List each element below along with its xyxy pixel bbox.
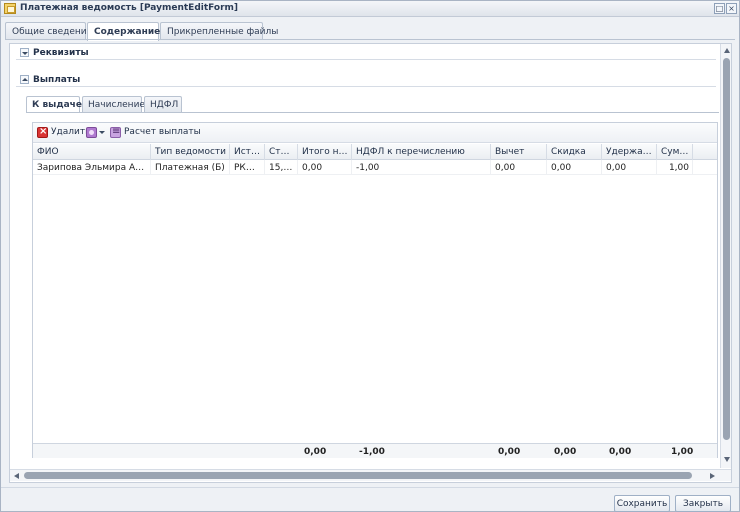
- payments-grid: Удалить Расчет выплаты ФИО Тип ведомости…: [32, 122, 718, 458]
- section-requisites-label: Реквизиты: [33, 48, 89, 58]
- total-sum: 1,00: [671, 447, 694, 457]
- section-payments[interactable]: Выплаты: [16, 73, 716, 87]
- delete-button[interactable]: Удалить: [37, 126, 90, 140]
- dialog-footer: Сохранить Закрыть: [1, 487, 739, 512]
- maximize-icon[interactable]: □: [714, 3, 725, 14]
- scroll-up-icon[interactable]: [724, 48, 730, 53]
- total-ndfl-sum: -1,00: [359, 447, 385, 457]
- column-header[interactable]: Сумм...: [657, 144, 693, 160]
- cell-withheld: 0,00: [602, 160, 657, 175]
- close-button[interactable]: Закрыть: [675, 495, 731, 512]
- cell-statement-type: Платежная (Б): [151, 160, 230, 175]
- tab-ndfl[interactable]: НДФЛ: [144, 96, 182, 113]
- section-divider: [16, 86, 716, 87]
- column-header[interactable]: Исто...: [230, 144, 265, 160]
- delete-label: Удалить: [51, 127, 91, 137]
- title-bar: Платежная ведомость [PaymentEditForm] □ …: [1, 1, 739, 17]
- section-requisites[interactable]: Реквизиты: [16, 46, 716, 60]
- section-payments-label: Выплаты: [33, 75, 81, 85]
- horizontal-scrollbar[interactable]: [10, 469, 731, 481]
- options-dropdown-button[interactable]: [86, 126, 106, 140]
- cell-rate: 15,00: [265, 160, 298, 175]
- grid-toolbar: Удалить Расчет выплаты: [33, 123, 717, 143]
- vertical-scroll-thumb[interactable]: [723, 58, 730, 440]
- cell-sum: 1,00: [657, 160, 693, 175]
- tab-attached-files[interactable]: Прикрепленные файлы: [160, 22, 278, 40]
- vertical-scrollbar[interactable]: [720, 44, 731, 468]
- total-discount-sum: 0,00: [554, 447, 577, 457]
- horizontal-scroll-thumb[interactable]: [24, 472, 692, 479]
- calculator-icon: [110, 126, 121, 138]
- table-row[interactable]: Зарипова Эльмира Амировна Платежная (Б) …: [33, 160, 717, 175]
- cell-source: РКМ ...: [230, 160, 265, 175]
- tab-general[interactable]: Общие сведения: [5, 22, 92, 40]
- content-panel: Реквизиты Выплаты К выдаче Начисление НД…: [9, 43, 732, 483]
- grid-header: ФИО Тип ведомости Исто... Став... Итого …: [33, 144, 717, 160]
- cell-fio: Зарипова Эльмира Амировна: [33, 160, 151, 175]
- grid-summary-row: 0,00 -1,00 0,00 0,00 0,00 1,00: [33, 443, 717, 458]
- payment-edit-window: Платежная ведомость [PaymentEditForm] □ …: [0, 0, 740, 512]
- total-deduction-sum: 0,00: [498, 447, 521, 457]
- collapse-icon[interactable]: [20, 75, 29, 84]
- window-title: Платежная ведомость [PaymentEditForm]: [20, 3, 239, 13]
- tabs-divider: [5, 39, 735, 40]
- column-header[interactable]: Удержано ...: [602, 144, 657, 160]
- scroll-down-icon[interactable]: [724, 457, 730, 462]
- section-divider: [16, 59, 716, 60]
- column-header[interactable]: Тип ведомости: [151, 144, 230, 160]
- window-icon: [4, 3, 16, 14]
- column-header[interactable]: Итого нач...: [298, 144, 352, 160]
- scroll-right-icon[interactable]: [710, 473, 715, 479]
- calculate-payment-button[interactable]: Расчет выплаты: [110, 126, 201, 140]
- expand-icon[interactable]: [20, 48, 29, 57]
- chevron-down-icon: [99, 131, 105, 134]
- tab-to-issue[interactable]: К выдаче: [26, 96, 82, 113]
- inner-tabs-divider: [26, 112, 719, 113]
- save-button[interactable]: Сохранить: [614, 495, 670, 512]
- cell-deduction: 0,00: [491, 160, 547, 175]
- total-accrued-sum: 0,00: [304, 447, 327, 457]
- total-withheld-sum: 0,00: [609, 447, 632, 457]
- column-header[interactable]: Вычет: [491, 144, 547, 160]
- close-icon[interactable]: ×: [726, 3, 737, 14]
- column-header[interactable]: Став...: [265, 144, 298, 160]
- calculate-payment-label: Расчет выплаты: [124, 127, 201, 137]
- cell-discount: 0,00: [547, 160, 602, 175]
- column-header[interactable]: НДФЛ к перечислению: [352, 144, 491, 160]
- options-icon: [86, 127, 97, 138]
- tab-accrual[interactable]: Начисление: [82, 96, 145, 113]
- column-header[interactable]: ФИО: [33, 144, 151, 160]
- delete-icon: [37, 126, 48, 138]
- cell-total-accrued: 0,00: [298, 160, 352, 175]
- scroll-left-icon[interactable]: [14, 473, 19, 479]
- cell-ndfl: -1,00: [352, 160, 491, 175]
- column-header[interactable]: Скидка: [547, 144, 602, 160]
